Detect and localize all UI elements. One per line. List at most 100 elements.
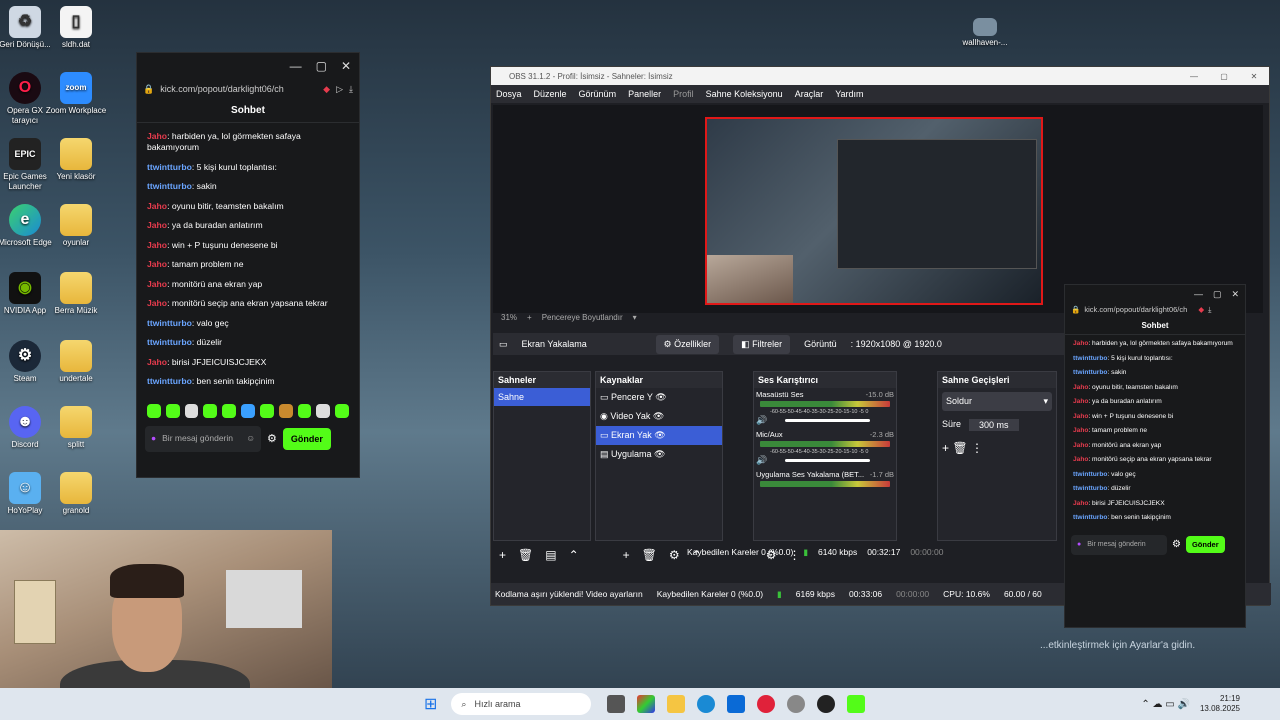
address-bar[interactable]: 🔒 kick.com/popout/darklight06/ch ◆ ▷ ⤓ [137,79,359,99]
emote-icon[interactable] [241,403,255,418]
add-icon[interactable]: + [623,548,630,562]
minimize-icon[interactable]: — [1179,72,1209,81]
duration-input[interactable]: 300 ms [969,419,1019,431]
folder-icon[interactable]: undertale [45,340,107,384]
task-view-icon[interactable] [607,695,626,713]
add-icon[interactable]: + [499,548,506,562]
trash-icon[interactable]: 🗑 [518,548,533,562]
edge-icon[interactable] [697,695,716,713]
speaker-icon[interactable]: 🔊 [756,415,767,426]
source-item[interactable]: ▭ Pencere Y 👁 [596,388,722,407]
download-icon[interactable]: ⤓ [1208,305,1211,315]
emote-icon[interactable] [165,403,180,418]
fit-to-window-button[interactable]: Pencereye Boyutlandır [542,313,623,322]
folder-icon[interactable]: splitt [45,406,107,450]
maximize-icon[interactable]: ▢ [1209,72,1239,81]
folder-icon[interactable]: Yeni klasör [45,138,107,182]
filter-icon[interactable]: ▤ [545,548,556,562]
opera-icon[interactable] [757,695,776,713]
source-item[interactable]: ◉ Video Yak 👁 [596,407,722,426]
menu-araclar[interactable]: Araçlar [795,89,824,99]
folder-icon[interactable]: oyunlar [45,204,107,248]
source-item[interactable]: ▤ Uygulama 👁 [596,445,722,464]
folder-icon[interactable]: granold [45,472,107,516]
download-icon[interactable]: ⤓ [349,84,353,95]
send-button[interactable]: Gönder [282,427,331,450]
settings-gear-icon[interactable]: ⚙ [267,432,277,445]
scenes-dock: Sahneler Sahne [493,371,591,541]
microphone-icon[interactable]: ● [1077,541,1081,549]
menu-gorunum[interactable]: Görünüm [579,89,617,99]
transition-select[interactable]: Soldur ▾ [942,392,1052,411]
emote-icon[interactable] [335,403,349,418]
minimize-icon[interactable]: — [290,59,302,73]
maximize-icon[interactable]: ▢ [316,59,327,73]
scene-item[interactable]: Sahne [494,388,590,406]
clock[interactable]: 21:19 13.08.2025 [1200,694,1240,714]
maximize-icon[interactable]: ▢ [1213,289,1222,300]
chat-input[interactable]: ● Bir mesaj gönderin [1071,534,1167,555]
address-bar[interactable]: 🔒 kick.com/popout/darklight06/ch ◆ ⤓ [1065,303,1245,317]
obs-preview[interactable] [493,105,1263,313]
copilot-icon[interactable] [637,695,656,713]
emote-icon[interactable] [316,403,331,418]
emote-icon[interactable] [297,403,312,418]
settings-gear-icon[interactable]: ⚙ [1172,539,1181,550]
trash-icon[interactable]: 🗑 [642,548,657,562]
menu-dosya[interactable]: Dosya [496,89,522,99]
folder-icon[interactable]: Berra Müzik [45,272,107,316]
minimize-icon[interactable]: — [1194,289,1203,299]
chat-message: Jaho: win + P tuşunu denesene bi [147,239,278,250]
filters-button[interactable]: ◧ Filtreler [733,334,791,354]
chat-message: ttwintturbo: düzelir [1073,485,1131,492]
tray-icons[interactable]: ⌃ ☁ ▭ 🔊 [1141,699,1190,710]
menu-paneller[interactable]: Paneller [628,89,661,99]
file-explorer-icon[interactable] [667,695,686,713]
menu-profil[interactable]: Profil [673,89,694,99]
emote-icon[interactable] [147,403,161,418]
close-icon[interactable]: ✕ [341,59,351,73]
file-icon[interactable]: ▯ sldh.dat [45,6,107,50]
preview-capture-frame[interactable] [705,117,1043,305]
obs-icon[interactable] [817,695,836,713]
emote-icon[interactable] [184,403,199,418]
chevron-down-icon: ▾ [1043,396,1048,406]
emote-icon[interactable] [259,403,274,418]
send-button[interactable]: Gönder [1185,536,1225,553]
emote-icon[interactable] [222,403,237,418]
more-icon[interactable]: ⋮ [971,441,983,455]
kick-icon[interactable] [847,695,866,713]
taskbar-search[interactable]: ⌕ Hızlı arama [451,693,592,715]
speaker-icon[interactable]: 🔊 [756,455,767,466]
gear-icon[interactable]: ⚙ [669,548,680,562]
properties-button[interactable]: ⚙ Özellikler [655,334,720,354]
chevron-down-icon[interactable]: ▾ [633,313,637,322]
shield-icon[interactable]: ◆ [1198,305,1204,315]
image-file-icon[interactable]: wallhaven-... [954,18,1016,48]
trash-icon[interactable]: 🗑 [952,441,967,455]
emoji-icon[interactable]: ☺ [246,434,255,443]
close-icon[interactable]: ✕ [1239,72,1269,81]
windows-start-icon[interactable]: ⊞ [424,694,437,714]
plus-icon[interactable]: + [527,313,532,322]
volume-slider[interactable] [785,419,870,422]
store-icon[interactable] [727,695,746,713]
volume-slider[interactable] [785,459,870,462]
emote-icon[interactable] [278,403,293,418]
encoding-warning[interactable]: Kodlama aşırı yüklendi! Video ayarların [495,589,643,599]
zoom-level: 31% [501,313,518,322]
menu-yardim[interactable]: Yardım [835,89,863,99]
add-icon[interactable]: + [942,441,949,455]
send-icon[interactable]: ▷ [336,84,343,95]
up-icon[interactable]: ⌃ [569,548,579,562]
menu-duzenle[interactable]: Düzenle [534,89,567,99]
settings-icon[interactable] [787,695,806,713]
chat-input[interactable]: ● Bir mesaj gönderin ☺ [145,425,261,452]
shield-icon[interactable]: ◆ [323,84,330,95]
source-item[interactable]: ▭ Ekran Yak 👁 [596,426,722,445]
emote-icon[interactable] [203,403,218,418]
microphone-icon[interactable]: ● [151,434,156,443]
zoom-icon[interactable]: zoom Zoom Workplace [45,72,107,116]
close-icon[interactable]: ✕ [1231,289,1239,300]
menu-sahne-koleksiyonu[interactable]: Sahne Koleksiyonu [706,89,783,99]
